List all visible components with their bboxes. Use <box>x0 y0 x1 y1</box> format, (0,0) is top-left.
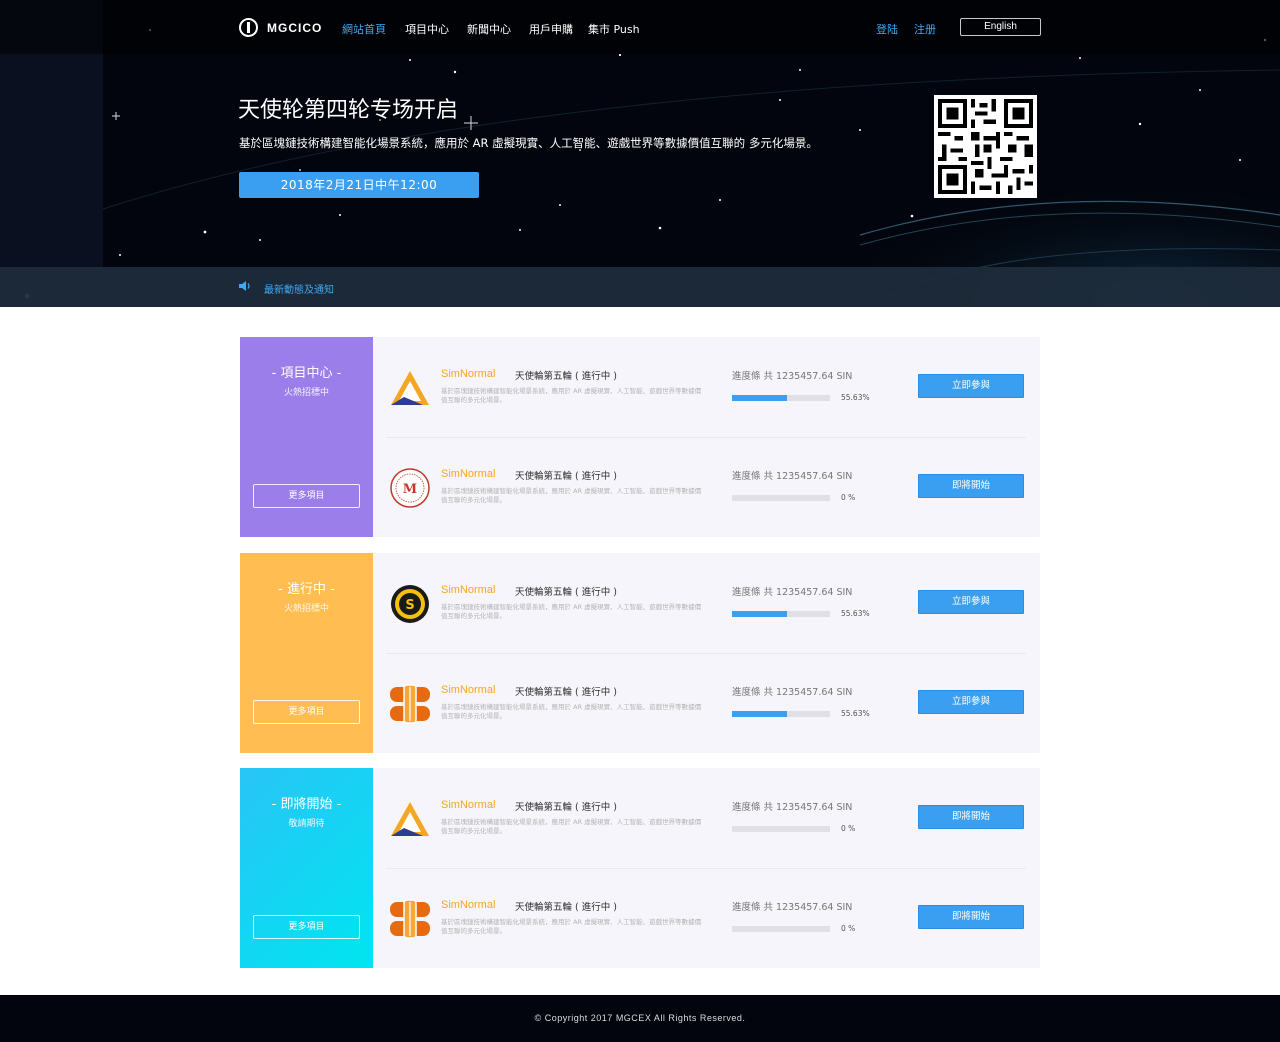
progress-percent: 55.63% <box>841 709 870 718</box>
project-row: S SimNormal 天使輪第五輪 ( 進行中 ) 基於區塊鏈技術構建智能化場景系統… <box>373 553 1040 653</box>
join-button[interactable]: 立即參與 <box>918 590 1024 614</box>
project-title: 天使輪第五輪 ( 進行中 ) <box>515 471 617 482</box>
logo-icon <box>239 18 258 37</box>
project-row: SimNormal 天使輪第五輪 ( 進行中 ) 基於區塊鏈技術構建智能化場景系統，… <box>373 868 1040 968</box>
nav-item-projects[interactable]: 項目中心 <box>405 21 449 37</box>
project-group-center: - 項目中心 - 火熱招標中 更多項目 SimNormal 天使輪第五輪 ( 進行… <box>240 337 1040 537</box>
progress-label: 進度條 共 1235457.64 SIN <box>732 802 853 813</box>
triangle-logo <box>389 798 431 840</box>
nav-item-market[interactable]: 集市 Push <box>588 21 640 37</box>
progress-percent: 0 % <box>841 924 856 933</box>
join-button[interactable]: 即將開始 <box>918 474 1024 498</box>
language-button[interactable]: English <box>960 18 1041 36</box>
progress-bar <box>732 611 830 617</box>
nav-item-news[interactable]: 新聞中心 <box>467 21 511 37</box>
qr-code-icon <box>934 95 1037 198</box>
group-subtitle: 敬請期待 <box>288 819 325 829</box>
nav-item-home[interactable]: 網站首頁 <box>342 21 386 37</box>
project-description: 基於區塊鏈技術構建智能化場景系統，應用於 AR 虛擬現實、人工智能、遊戲世界等數… <box>441 603 702 620</box>
project-group-ongoing: - 進行中 - 火熱招標中 更多項目 S SimNormal 天使輪第五輪 ( 進行… <box>240 553 1040 753</box>
launch-date-button[interactable]: 2018年2月21日中午12:00 <box>239 172 479 198</box>
project-row: M SimNormal 天使輪第五輪 ( 進行中 ) 基於區塊鏈技術構建智能化場景系統… <box>373 437 1040 537</box>
svg-text:M: M <box>403 482 417 497</box>
join-button[interactable]: 立即參與 <box>918 374 1024 398</box>
more-projects-button[interactable]: 更多項目 <box>253 915 360 939</box>
logo-text: MGCICO <box>267 20 323 35</box>
project-description: 基於區塊鏈技術構建智能化場景系統，應用於 AR 虛擬現實、人工智能、遊戲世界等數… <box>441 387 702 404</box>
progress-percent: 0 % <box>841 493 856 502</box>
register-link[interactable]: 注册 <box>914 21 936 37</box>
orange-emblem-logo <box>389 683 431 725</box>
footer: © Copyright 2017 MGCEX All Rights Reserv… <box>0 995 1280 1042</box>
join-button[interactable]: 即將開始 <box>918 805 1024 829</box>
join-button[interactable]: 即將開始 <box>918 905 1024 929</box>
project-brand[interactable]: SimNormal <box>441 584 495 596</box>
progress-bar <box>732 826 830 832</box>
group-sidebar: - 即將開始 - 敬請期待 更多項目 <box>240 768 373 968</box>
group-sidebar: - 項目中心 - 火熱招標中 更多項目 <box>240 337 373 537</box>
project-brand[interactable]: SimNormal <box>441 684 495 696</box>
progress-label: 進度條 共 1235457.64 SIN <box>732 587 853 598</box>
top-nav: MGCICO 網站首頁 項目中心 新聞中心 用戶申購 集市 Push 登陆 注册… <box>0 0 1280 54</box>
progress-percent: 55.63% <box>841 393 870 402</box>
group-title: - 即將開始 - <box>271 797 342 812</box>
project-row: SimNormal 天使輪第五輪 ( 進行中 ) 基於區塊鏈技術構建智能化場景系統，… <box>373 337 1040 437</box>
group-title: - 項目中心 - <box>271 366 342 381</box>
project-row: SimNormal 天使輪第五輪 ( 進行中 ) 基於區塊鏈技術構建智能化場景系統，… <box>373 768 1040 868</box>
nav-item-subscribe[interactable]: 用戶申購 <box>529 21 573 37</box>
progress-label: 進度條 共 1235457.64 SIN <box>732 902 853 913</box>
speaker-icon <box>239 281 250 291</box>
project-brand[interactable]: SimNormal <box>441 799 495 811</box>
project-title: 天使輪第五輪 ( 進行中 ) <box>515 371 617 382</box>
seal-m-logo: M <box>389 467 431 509</box>
copyright-text: © Copyright 2017 MGCEX All Rights Reserv… <box>534 1013 746 1023</box>
hero-subtitle: 基於區塊鏈技術構建智能化場景系統，應用於 AR 虛擬現實、人工智能、遊戲世界等數… <box>239 136 818 150</box>
hero-title: 天使轮第四轮专场开启 <box>238 98 459 123</box>
progress-percent: 0 % <box>841 824 856 833</box>
progress-fill <box>732 611 787 617</box>
more-projects-button[interactable]: 更多項目 <box>253 700 360 724</box>
login-link[interactable]: 登陆 <box>876 21 898 37</box>
progress-label: 進度條 共 1235457.64 SIN <box>732 371 853 382</box>
project-brand[interactable]: SimNormal <box>441 899 495 911</box>
triangle-logo <box>389 367 431 409</box>
project-row: SimNormal 天使輪第五輪 ( 進行中 ) 基於區塊鏈技術構建智能化場景系統，… <box>373 653 1040 753</box>
group-subtitle: 火熱招標中 <box>283 388 329 398</box>
project-brand[interactable]: SimNormal <box>441 468 495 480</box>
group-title: - 進行中 - <box>278 582 335 597</box>
more-projects-button[interactable]: 更多項目 <box>253 484 360 508</box>
progress-label: 進度條 共 1235457.64 SIN <box>732 687 853 698</box>
project-title: 天使輪第五輪 ( 進行中 ) <box>515 802 617 813</box>
progress-percent: 55.63% <box>841 609 870 618</box>
latest-news-link[interactable]: 最新動態及通知 <box>264 281 334 296</box>
group-subtitle: 火熱招標中 <box>283 604 329 614</box>
orange-emblem-logo <box>389 898 431 940</box>
coin-s-logo: S <box>389 583 431 625</box>
progress-label: 進度條 共 1235457.64 SIN <box>732 471 853 482</box>
progress-bar <box>732 395 830 401</box>
site-logo[interactable]: MGCICO <box>239 18 322 37</box>
project-description: 基於區塊鏈技術構建智能化場景系統，應用於 AR 虛擬現實、人工智能、遊戲世界等數… <box>441 487 702 504</box>
hero-banner: MGCICO 網站首頁 項目中心 新聞中心 用戶申購 集市 Push 登陆 注册… <box>0 0 1280 307</box>
progress-fill <box>732 395 787 401</box>
progress-bar <box>732 926 830 932</box>
notice-bar <box>0 267 1280 307</box>
progress-bar <box>732 495 830 501</box>
project-description: 基於區塊鏈技術構建智能化場景系統，應用於 AR 虛擬現實、人工智能、遊戲世界等數… <box>441 918 702 935</box>
group-sidebar: - 進行中 - 火熱招標中 更多項目 <box>240 553 373 753</box>
project-description: 基於區塊鏈技術構建智能化場景系統，應用於 AR 虛擬現實、人工智能、遊戲世界等數… <box>441 818 702 835</box>
project-brand[interactable]: SimNormal <box>441 368 495 380</box>
progress-bar <box>732 711 830 717</box>
project-title: 天使輪第五輪 ( 進行中 ) <box>515 687 617 698</box>
svg-text:S: S <box>405 598 414 613</box>
project-title: 天使輪第五輪 ( 進行中 ) <box>515 902 617 913</box>
join-button[interactable]: 立即參與 <box>918 690 1024 714</box>
project-description: 基於區塊鏈技術構建智能化場景系統，應用於 AR 虛擬現實、人工智能、遊戲世界等數… <box>441 703 702 720</box>
project-group-upcoming: - 即將開始 - 敬請期待 更多項目 SimNormal 天使輪第五輪 ( 進行中… <box>240 768 1040 968</box>
project-title: 天使輪第五輪 ( 進行中 ) <box>515 587 617 598</box>
progress-fill <box>732 711 787 717</box>
